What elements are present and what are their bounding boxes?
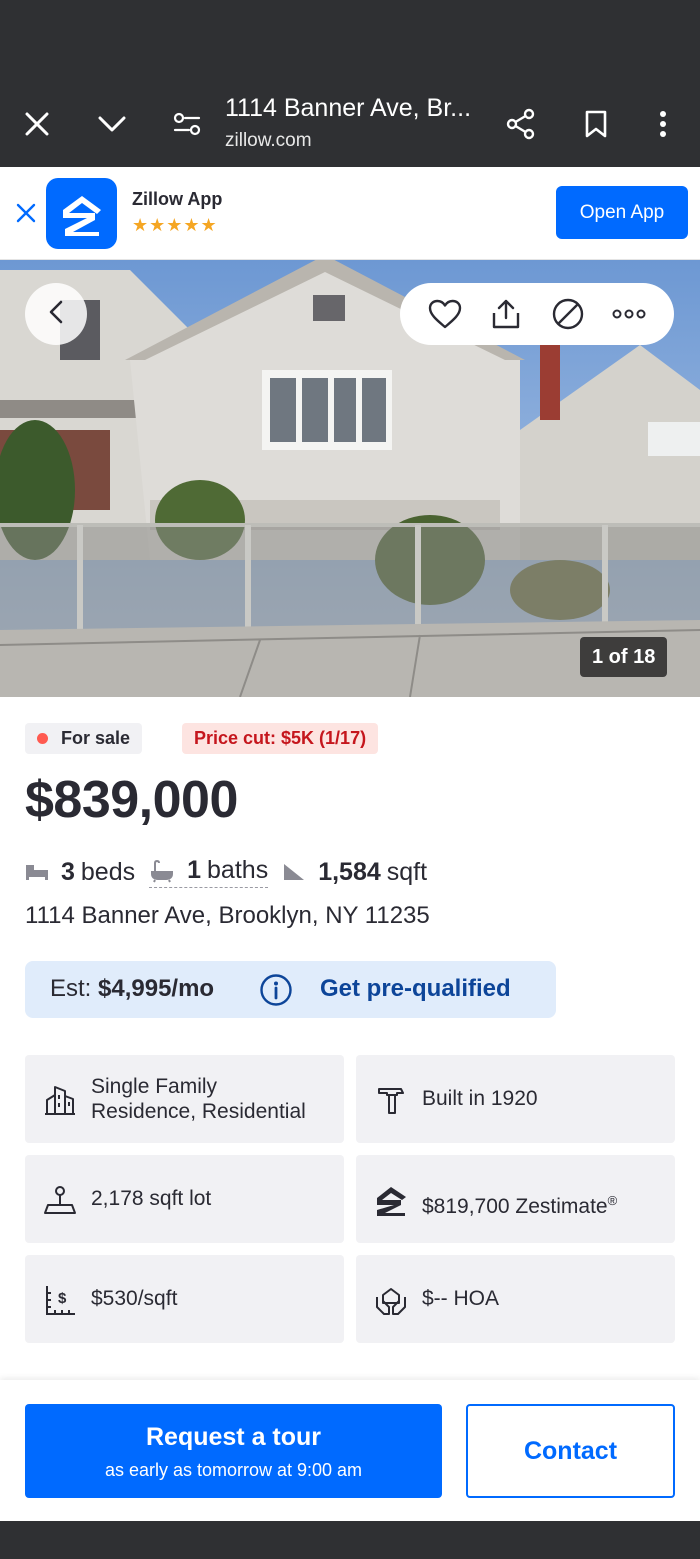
est-prefix: Est:: [50, 975, 92, 1002]
lot-size-tile: 2,178 sqft lot: [25, 1155, 344, 1243]
bed-icon: [25, 863, 49, 881]
listing-price: $839,000: [25, 771, 238, 829]
svg-text:$: $: [58, 1290, 67, 1307]
baths-count: 1: [187, 856, 202, 884]
est-value: $4,995/mo: [98, 975, 215, 1002]
bed-bath-sqft: 3 beds 1 baths 1,584 sqft: [25, 852, 441, 892]
page-url[interactable]: zillow.com: [225, 130, 312, 152]
hoa-fee: $-- HOA: [422, 1287, 500, 1310]
system-nav-bar: [0, 1521, 700, 1559]
request-tour-button[interactable]: Request a tour as early as tomorrow at 9…: [25, 1404, 442, 1498]
more-icon[interactable]: [607, 292, 651, 336]
chevron-down-icon[interactable]: [90, 102, 134, 146]
baths-label: baths: [207, 856, 269, 884]
hoa-hands-icon: [374, 1283, 408, 1317]
home-type-tile: Single Family Residence, Residential: [25, 1055, 344, 1143]
open-app-button[interactable]: Open App: [556, 186, 688, 239]
app-install-banner: Zillow App ★★★★★ Open App: [0, 167, 700, 260]
site-settings-icon[interactable]: [165, 102, 209, 146]
area-icon: [282, 862, 306, 882]
status-area: [0, 0, 700, 80]
lot-size: 2,178 sqft lot: [91, 1187, 212, 1210]
zestimate-tile[interactable]: $819,700 Zestimate®: [356, 1155, 675, 1243]
tour-button-label: Request a tour: [145, 1423, 322, 1451]
estimate-box: Est: $4,995/mo Get pre-qualified: [25, 961, 556, 1018]
share-icon[interactable]: [484, 292, 528, 336]
heart-icon[interactable]: [423, 292, 467, 336]
banner-close-icon[interactable]: [10, 197, 42, 229]
app-name: Zillow App: [132, 189, 223, 209]
registered-mark: ®: [607, 1193, 618, 1208]
cta-bar: Request a tour as early as tomorrow at 9…: [0, 1380, 700, 1521]
year-built-tile: Built in 1920: [356, 1055, 675, 1143]
home-type-line1: Single Family: [91, 1075, 218, 1098]
photo-actions: [400, 283, 674, 345]
back-button[interactable]: [25, 283, 87, 345]
price-per-sqft-tile: $ $530/sqft: [25, 1255, 344, 1343]
zestimate-icon: [374, 1183, 408, 1217]
zestimate-value: $819,700 Zestimate: [422, 1195, 608, 1218]
year-built: Built in 1920: [422, 1087, 538, 1110]
monthly-estimate: Est: $4,995/mo: [50, 975, 214, 1003]
status-badge: For sale: [25, 723, 143, 754]
hoa-tile: $-- HOA: [356, 1255, 675, 1343]
more-vert-icon[interactable]: [641, 102, 685, 146]
building-icon: [43, 1083, 77, 1117]
hide-icon[interactable]: [546, 292, 590, 336]
status-label: For sale: [61, 728, 131, 748]
photo-counter: 1 of 18: [580, 637, 668, 677]
sqft-label: sqft: [386, 857, 428, 886]
contact-button[interactable]: Contact: [466, 1404, 675, 1498]
zillow-logo-icon: [46, 178, 117, 249]
bookmark-icon[interactable]: [574, 102, 618, 146]
beds-label: beds: [80, 857, 136, 886]
listing-photo[interactable]: 1 of 18: [0, 260, 700, 697]
hammer-icon: [374, 1083, 408, 1117]
browser-toolbar: 1114 Banner Ave, Br... zillow.com: [0, 80, 700, 167]
get-prequalified-link[interactable]: Get pre-qualified: [320, 975, 511, 1003]
price-cut-badge: Price cut: $5K (1/17): [182, 723, 379, 754]
status-dot-icon: [37, 733, 48, 744]
bath-icon: [149, 859, 175, 883]
price-per-sqft-icon: $: [43, 1283, 77, 1317]
beds-count: 3: [61, 857, 75, 886]
info-icon[interactable]: [259, 973, 293, 1007]
back-icon: [47, 299, 65, 330]
home-type-line2: Residence, Residential: [91, 1100, 306, 1123]
tour-button-sublabel: as early as tomorrow at 9:00 am: [104, 1460, 363, 1480]
price-per-sqft: $530/sqft: [91, 1287, 178, 1310]
share-icon[interactable]: [499, 102, 543, 146]
close-icon[interactable]: [15, 102, 59, 146]
baths-link[interactable]: 1 baths: [149, 856, 269, 888]
lot-icon: [43, 1183, 77, 1217]
sqft-count: 1,584: [318, 857, 381, 886]
page-title[interactable]: 1114 Banner Ave, Br...: [225, 94, 471, 123]
listing-address: 1114 Banner Ave, Brooklyn, NY 11235: [25, 902, 430, 929]
rating-stars: ★★★★★: [132, 215, 218, 235]
